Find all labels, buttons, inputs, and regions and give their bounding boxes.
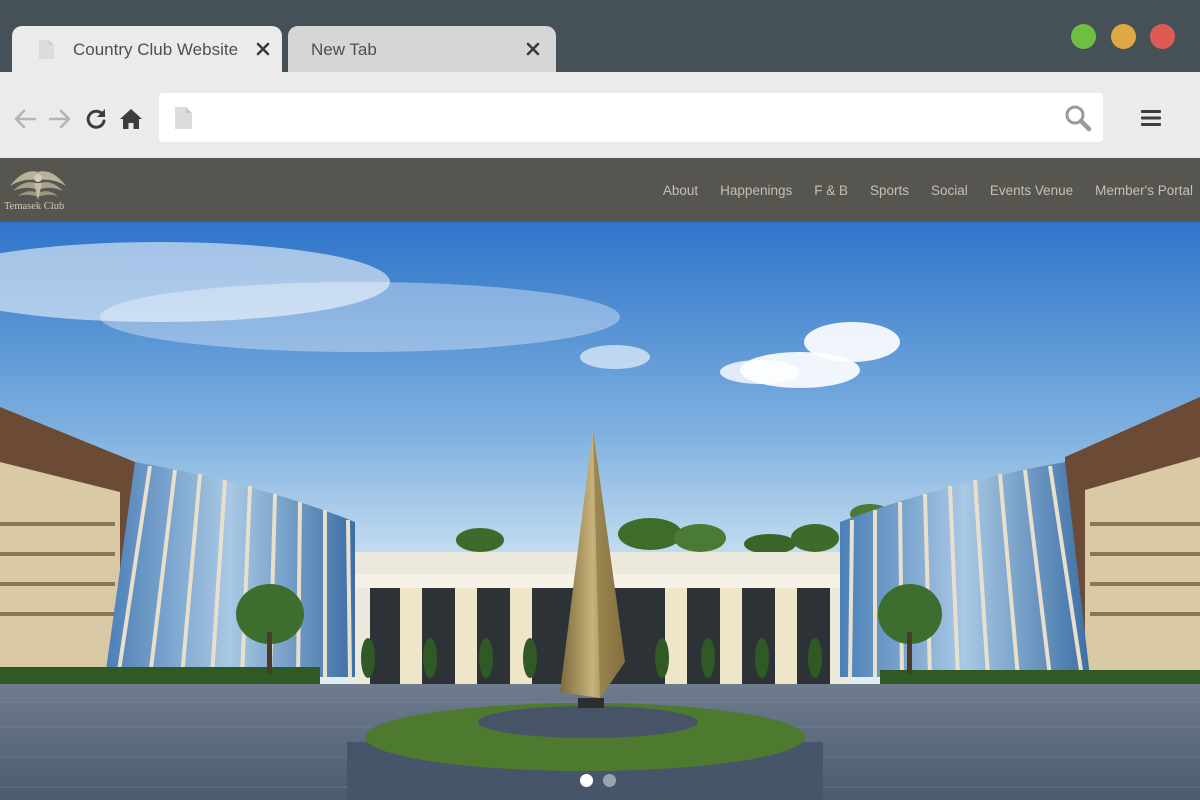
- nav-fnb[interactable]: F & B: [814, 183, 848, 198]
- hamburger-icon[interactable]: [1140, 108, 1162, 128]
- nav-sports[interactable]: Sports: [870, 183, 909, 198]
- tab-new-tab[interactable]: New Tab: [288, 26, 556, 72]
- carousel-dot[interactable]: [603, 774, 616, 787]
- browser-toolbar: [0, 72, 1200, 158]
- nav-events-venue[interactable]: Events Venue: [990, 183, 1073, 198]
- tab-label: New Tab: [311, 40, 377, 59]
- hero-carousel: [0, 222, 1200, 800]
- arrow-left-icon[interactable]: [12, 106, 38, 132]
- home-icon[interactable]: [118, 106, 144, 132]
- maximize-button[interactable]: [1071, 24, 1096, 49]
- nav-happenings[interactable]: Happenings: [720, 183, 792, 198]
- nav-about[interactable]: About: [663, 183, 698, 198]
- browser-title-bar: Country Club Website New Tab: [0, 0, 1200, 72]
- nav-members-portal[interactable]: Member's Portal: [1095, 183, 1193, 198]
- magnifier-icon[interactable]: [1064, 104, 1092, 132]
- url-input[interactable]: [209, 103, 1053, 133]
- carousel-dot-active[interactable]: [580, 774, 593, 787]
- close-window-button[interactable]: [1150, 24, 1175, 49]
- page-icon: [175, 107, 192, 129]
- main-nav: About Happenings F & B Sports Social Eve…: [663, 158, 1193, 222]
- arrow-right-icon[interactable]: [47, 106, 73, 132]
- site-navbar: Temasek Club About Happenings F & B Spor…: [0, 158, 1200, 222]
- carousel-indicators: [580, 774, 616, 787]
- close-icon[interactable]: [524, 40, 542, 58]
- logo-text: Temasek Club: [4, 201, 65, 212]
- tab-label: Country Club Website: [73, 40, 239, 59]
- page-icon: [39, 40, 54, 59]
- hero-image: [0, 222, 1200, 800]
- close-icon[interactable]: [254, 40, 272, 58]
- reload-icon[interactable]: [83, 106, 109, 132]
- address-bar[interactable]: [159, 93, 1103, 142]
- nav-social[interactable]: Social: [931, 183, 968, 198]
- tab-country-club[interactable]: Country Club Website: [12, 26, 282, 72]
- minimize-button[interactable]: [1111, 24, 1136, 49]
